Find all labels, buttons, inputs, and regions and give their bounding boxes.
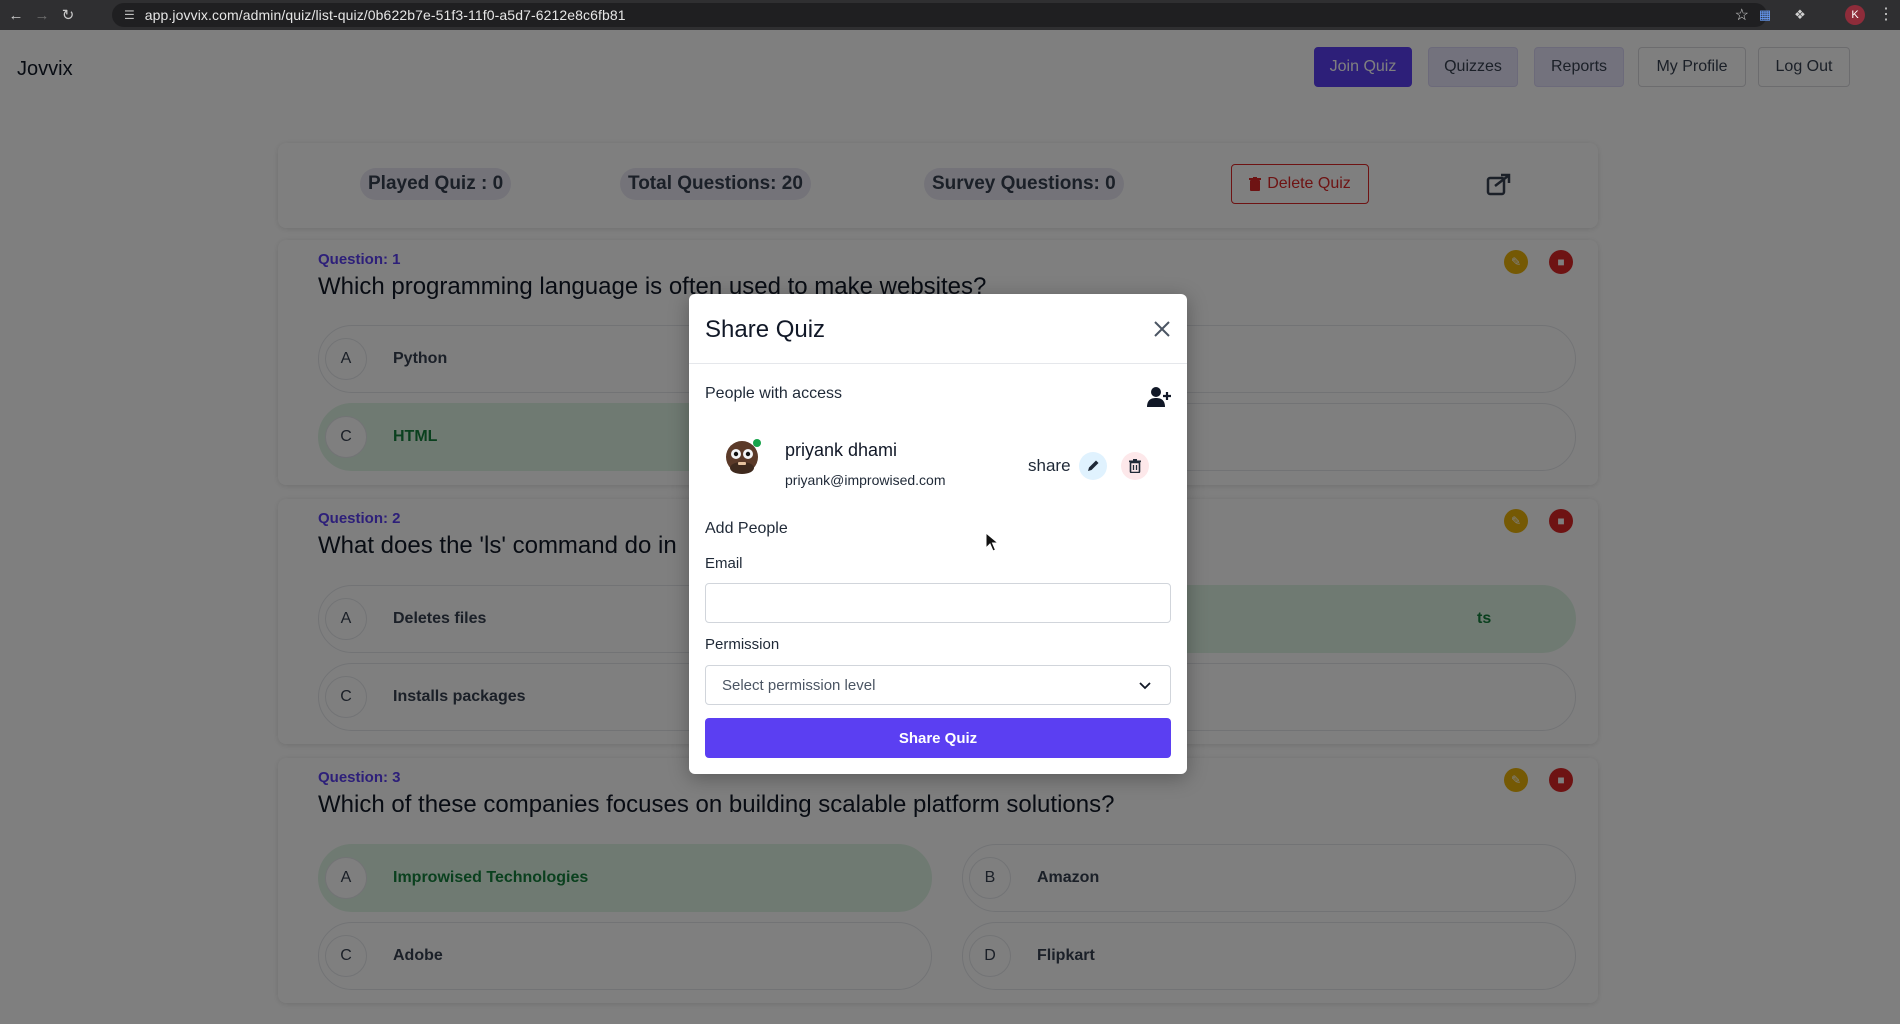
share-quiz-button[interactable]: Share Quiz (705, 718, 1171, 758)
modal-header: Share Quiz (689, 294, 1187, 364)
email-input[interactable] (705, 583, 1171, 623)
person-name: priyank dhami (785, 440, 898, 460)
profile-avatar[interactable]: K (1845, 5, 1865, 25)
permission-label: Permission (705, 636, 780, 653)
share-quiz-modal: Share Quiz People with access priyank dh… (689, 294, 1187, 774)
pencil-icon (1088, 460, 1099, 471)
trash-icon (1129, 459, 1141, 473)
reload-icon[interactable]: ↻ (58, 5, 78, 25)
chevron-down-icon (1139, 682, 1151, 690)
extensions-puzzle-icon[interactable]: ❖ (1790, 5, 1810, 25)
person-email: priyank@improwised.com (785, 472, 946, 488)
address-bar[interactable]: ☰ app.jovvix.com/admin/quiz/list-quiz/0b… (112, 3, 1767, 27)
add-user-icon[interactable] (1147, 386, 1171, 408)
browser-menu-icon[interactable]: ⋮ (1878, 4, 1894, 24)
extension-icon[interactable]: ▦ (1755, 5, 1775, 25)
modal-title: Share Quiz (705, 316, 826, 343)
edit-permission-button[interactable] (1079, 452, 1107, 480)
bookmark-star-icon[interactable]: ☆ (1735, 5, 1749, 25)
close-icon[interactable] (1152, 319, 1172, 339)
people-with-access-label: People with access (705, 385, 842, 402)
remove-access-button[interactable] (1121, 452, 1149, 480)
mouse-cursor-icon (985, 532, 999, 552)
forward-icon[interactable]: → (32, 5, 52, 25)
permission-select-placeholder: Select permission level (722, 676, 876, 694)
site-info-icon[interactable]: ☰ (124, 8, 135, 22)
add-people-label: Add People (705, 520, 788, 537)
online-status-dot (753, 439, 761, 447)
person-permission: share (1028, 456, 1071, 475)
permission-select[interactable]: Select permission level (705, 665, 1171, 705)
back-icon[interactable]: ← (6, 5, 26, 25)
browser-toolbar: ← → ↻ ☰ app.jovvix.com/admin/quiz/list-q… (0, 0, 1900, 30)
email-label: Email (705, 555, 743, 572)
address-url: app.jovvix.com/admin/quiz/list-quiz/0b62… (144, 7, 626, 23)
